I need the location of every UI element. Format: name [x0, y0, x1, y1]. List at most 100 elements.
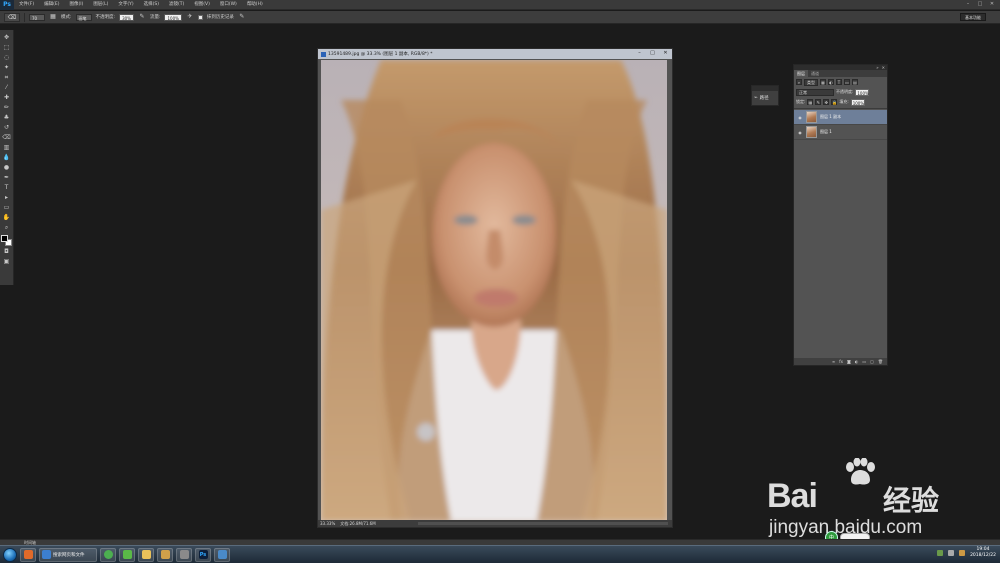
crop-tool-icon[interactable]: ⌗	[2, 73, 12, 82]
clock[interactable]: 19:04 2018/12/22	[970, 547, 996, 559]
pen-tool-icon[interactable]: ✒	[2, 173, 12, 182]
lock-paint-icon[interactable]: ✎	[815, 99, 822, 105]
doc-restore-icon[interactable]: □	[649, 50, 656, 57]
taskbar-app-browser[interactable]	[20, 547, 36, 562]
quick-select-icon[interactable]: ✦	[2, 63, 12, 72]
filter-adjust-icon[interactable]: ◐	[828, 79, 834, 85]
zoom-level[interactable]: 33.33%	[320, 521, 335, 526]
filter-type-icon[interactable]: T	[836, 79, 842, 85]
collapse-icon[interactable]: »	[876, 65, 878, 70]
maximize-icon[interactable]: □	[976, 1, 984, 8]
blend-mode-select[interactable]: 正常	[796, 88, 834, 96]
security-icon[interactable]	[959, 550, 966, 556]
brush-size-picker[interactable]: 70	[29, 13, 45, 21]
lock-move-icon[interactable]: ✥	[823, 99, 830, 105]
pressure-size-icon[interactable]: ✎	[238, 13, 246, 21]
visibility-eye-icon[interactable]: ◉	[797, 130, 803, 135]
layer-row[interactable]: ◉ 图层 1 副本	[794, 110, 887, 125]
clone-stamp-icon[interactable]: ♣	[2, 113, 12, 122]
mode-select[interactable]: 画笔	[75, 13, 92, 21]
taskbar-app-paint[interactable]	[157, 547, 173, 562]
volume-icon[interactable]	[948, 550, 955, 556]
doc-size[interactable]: 文档:26.8M/71.6M	[340, 521, 375, 527]
menu-view[interactable]: 视图(V)	[189, 0, 215, 10]
taskbar-app-photoshop[interactable]: Ps	[195, 547, 211, 562]
foreground-color[interactable]	[1, 235, 8, 242]
airbrush-icon[interactable]: ✈	[186, 13, 194, 21]
healing-brush-icon[interactable]: ✚	[2, 93, 12, 102]
path-select-icon[interactable]: ▸	[2, 193, 12, 202]
add-mask-icon[interactable]: ◙	[847, 359, 851, 364]
blur-tool-icon[interactable]: 💧	[2, 153, 12, 162]
marquee-tool-icon[interactable]: ⬚	[2, 43, 12, 52]
layer-kind-select[interactable]: 类型	[804, 78, 818, 86]
pressure-opacity-icon[interactable]: ✎	[138, 13, 146, 21]
menu-edit[interactable]: 编辑(E)	[39, 0, 64, 10]
shape-tool-icon[interactable]: ▭	[2, 203, 12, 212]
brush-panel-icon[interactable]: ▦	[49, 13, 57, 21]
lasso-tool-icon[interactable]: ◌	[2, 53, 12, 62]
zoom-tool-icon[interactable]: ⌕	[2, 223, 12, 232]
visibility-eye-icon[interactable]: ◉	[797, 115, 803, 120]
lock-transparent-icon[interactable]: ▦	[807, 99, 814, 105]
layer-row[interactable]: ◉ 图层 1	[794, 125, 887, 140]
filter-smart-icon[interactable]: ▤	[852, 79, 858, 85]
history-checkbox[interactable]	[197, 14, 203, 20]
menu-filter[interactable]: 滤镜(T)	[164, 0, 189, 10]
menu-image[interactable]: 图像(I)	[64, 0, 88, 10]
tab-channels[interactable]: 通道	[808, 70, 822, 77]
menu-layer[interactable]: 图层(L)	[88, 0, 113, 10]
filter-shape-icon[interactable]: ▭	[844, 79, 850, 85]
menu-select[interactable]: 选择(S)	[139, 0, 164, 10]
tab-layers[interactable]: 图层	[794, 70, 808, 77]
document-tab[interactable]: 13591489.jpg @ 33.3% (图层 1 副本, RGB/8*) *…	[318, 49, 672, 59]
taskbar-app-tool[interactable]	[176, 547, 192, 562]
menu-window[interactable]: 窗口(W)	[215, 0, 242, 10]
doc-close-icon[interactable]: ✕	[662, 50, 669, 57]
menu-help[interactable]: 帮助(H)	[242, 0, 268, 10]
history-brush-icon[interactable]: ↺	[2, 123, 12, 132]
horizontal-scrollbar[interactable]	[418, 522, 668, 525]
gradient-tool-icon[interactable]: ▥	[2, 143, 12, 152]
delete-layer-icon[interactable]: 🗑	[878, 359, 883, 364]
taskbar-app-viewer[interactable]	[214, 547, 230, 562]
move-tool-icon[interactable]: ✥	[2, 33, 12, 42]
quick-mask-icon[interactable]: ◘	[2, 247, 12, 256]
close-icon[interactable]: ✕	[988, 1, 996, 8]
brush-tool-icon[interactable]: ✏	[2, 103, 12, 112]
type-tool-icon[interactable]: T	[2, 183, 12, 192]
eraser-icon[interactable]: ⌫	[4, 12, 20, 22]
menu-type[interactable]: 文字(Y)	[113, 0, 138, 10]
taskbar-search[interactable]: 搜索网页和文件	[39, 547, 97, 562]
network-icon[interactable]	[937, 550, 944, 556]
layer-opacity-input[interactable]: 100%	[855, 88, 870, 96]
adjustment-layer-icon[interactable]: ◐	[855, 359, 859, 364]
doc-minimize-icon[interactable]: –	[636, 50, 643, 57]
hand-tool-icon[interactable]: ✋	[2, 213, 12, 222]
paths-button[interactable]: ⌁ 路径	[752, 91, 778, 104]
taskbar-app-wechat[interactable]	[119, 547, 135, 562]
filter-pixel-icon[interactable]: ▦	[820, 79, 826, 85]
color-swatches[interactable]	[1, 235, 12, 246]
layer-style-icon[interactable]: fx	[839, 359, 843, 364]
new-layer-icon[interactable]: ▢	[870, 359, 874, 364]
new-group-icon[interactable]: ▭	[862, 359, 866, 364]
start-button[interactable]	[3, 547, 17, 562]
eyedropper-icon[interactable]: ⁄	[2, 83, 12, 92]
360-icon	[103, 550, 113, 559]
panel-close-icon[interactable]: ✕	[882, 65, 885, 70]
taskbar-app-folder[interactable]	[138, 547, 154, 562]
opacity-input[interactable]: 30%	[119, 13, 134, 21]
workspace-select[interactable]: 基本功能	[960, 13, 986, 21]
lock-all-icon[interactable]: 🔒	[831, 99, 838, 105]
fill-input[interactable]: 100%	[850, 98, 865, 106]
image-canvas[interactable]	[321, 60, 667, 521]
link-layers-icon[interactable]: ∞	[832, 359, 835, 364]
minimize-icon[interactable]: –	[964, 1, 972, 8]
flow-input[interactable]: 100%	[164, 13, 182, 21]
eraser-tool-icon[interactable]: ⌫	[2, 133, 12, 142]
screen-mode-icon[interactable]: ▣	[2, 257, 12, 266]
taskbar-app-360[interactable]	[100, 547, 116, 562]
menu-file[interactable]: 文件(F)	[14, 0, 39, 10]
dodge-tool-icon[interactable]: ●	[2, 163, 12, 172]
